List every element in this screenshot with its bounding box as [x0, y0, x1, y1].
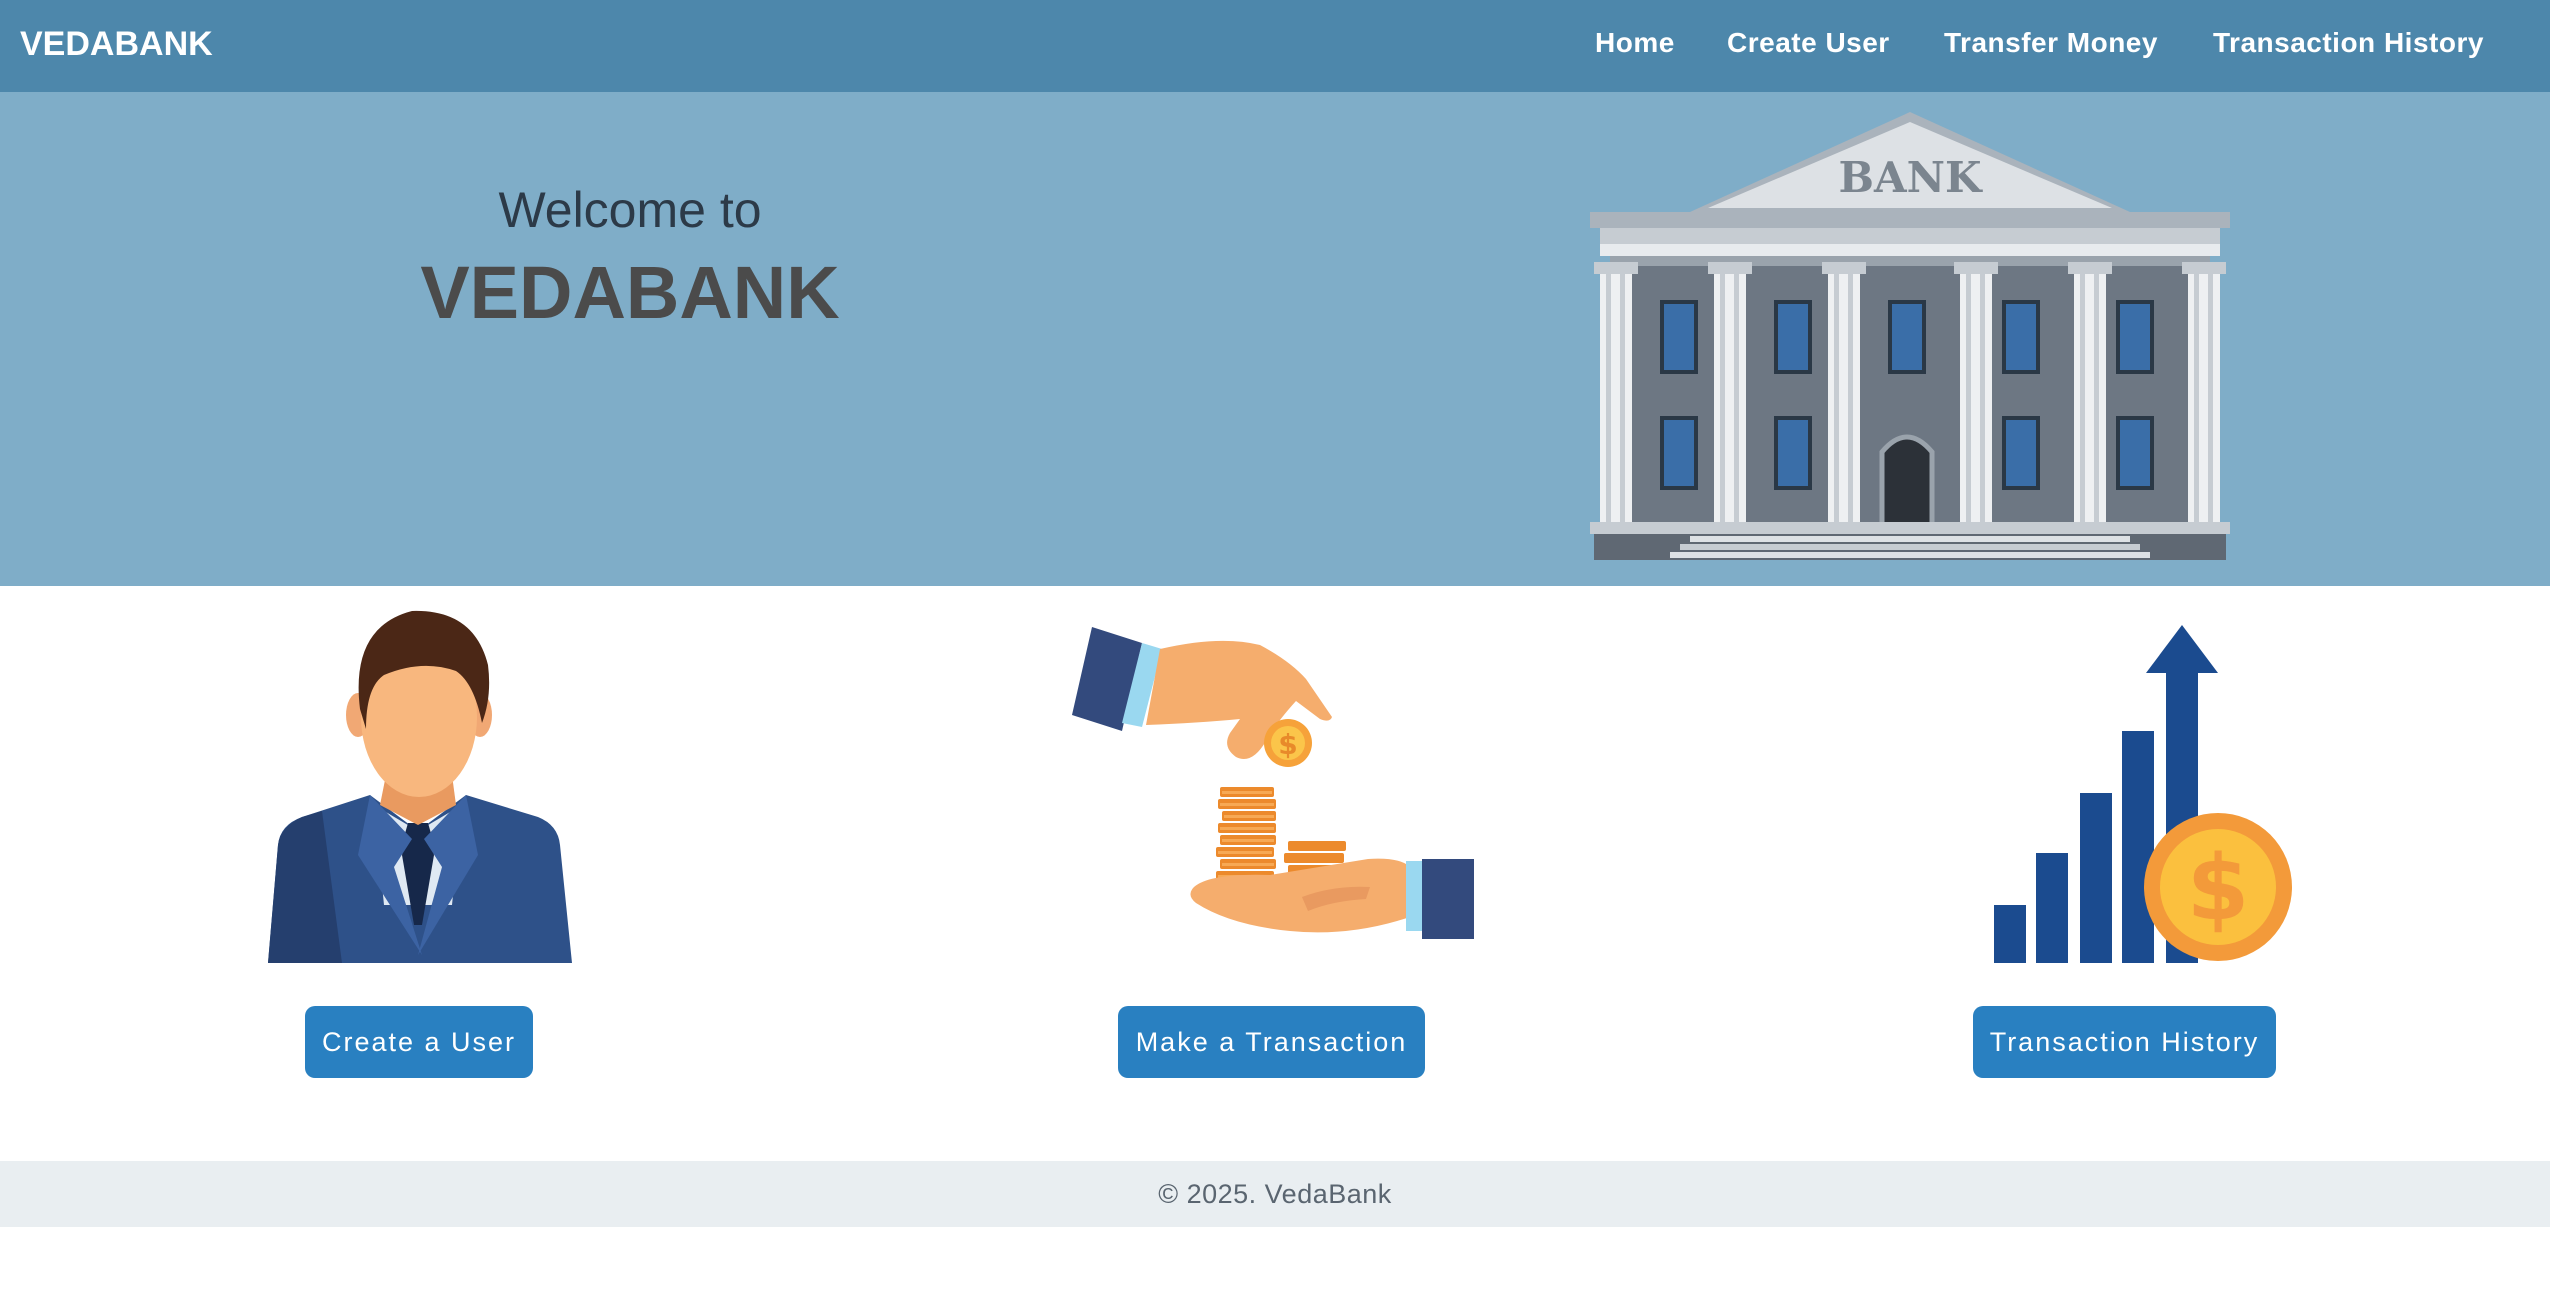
footer-copyright: © 2025. VedaBank	[1158, 1179, 1392, 1209]
hero-banner: Welcome to VEDABANK BANK	[0, 92, 2550, 586]
hero-title: VEDABANK	[420, 251, 840, 334]
coin-hands-icon: $	[1072, 627, 1474, 939]
make-transaction-button[interactable]: Make a Transaction	[1118, 1006, 1425, 1078]
navbar: VEDABANK Home Create User Transfer Money…	[0, 0, 2550, 92]
businessman-icon	[268, 610, 572, 963]
svg-text:$: $	[1278, 728, 1297, 761]
nav-transfer-money[interactable]: Transfer Money	[1944, 25, 2158, 61]
nav-home[interactable]: Home	[1595, 25, 1675, 61]
growth-chart-icon: $	[1994, 625, 2292, 963]
transaction-history-button[interactable]: Transaction History	[1973, 1006, 2276, 1078]
footer: © 2025. VedaBank	[0, 1161, 2550, 1227]
create-user-button[interactable]: Create a User	[305, 1006, 533, 1078]
hero-welcome-text: Welcome to	[498, 182, 762, 238]
brand-logo[interactable]: VEDABANK	[20, 22, 213, 66]
nav-create-user[interactable]: Create User	[1727, 25, 1890, 61]
bank-building-icon: BANK	[1590, 112, 2230, 560]
svg-text:$: $	[2187, 836, 2250, 941]
nav-transaction-history[interactable]: Transaction History	[2213, 25, 2484, 61]
bank-sign-text: BANK	[1839, 153, 1983, 202]
